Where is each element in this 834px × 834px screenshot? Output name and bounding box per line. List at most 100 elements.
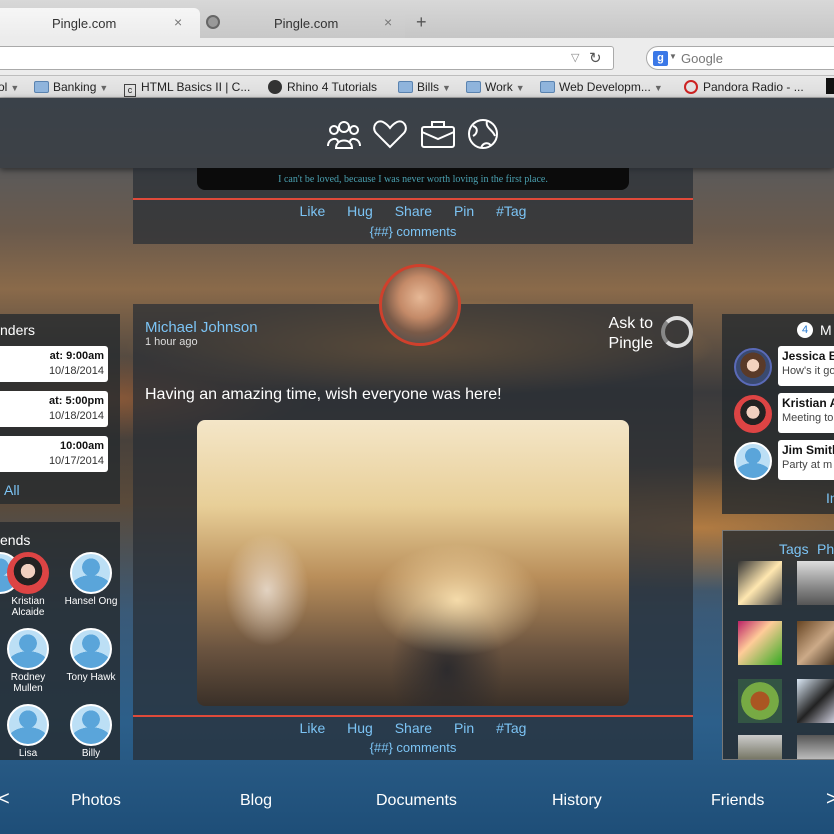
nav-documents[interactable]: Documents (376, 792, 457, 810)
comments-link[interactable]: {##} comments (133, 740, 693, 755)
comments-link[interactable]: {##} comments (133, 224, 693, 239)
photo-thumbnail[interactable] (738, 561, 782, 605)
bookmark-pandora[interactable]: Pandora Radio - ... (684, 80, 804, 94)
quote-image: I can't be loved, because I was never wo… (197, 168, 629, 190)
tag-button[interactable]: #Tag (496, 720, 526, 736)
tab-title: Pingle.com (274, 16, 339, 31)
new-tab-button[interactable]: + (416, 12, 427, 33)
post-card: Michael Johnson 1 hour ago Ask to Pingle… (133, 264, 693, 760)
pin-button[interactable]: Pin (454, 720, 474, 736)
message-item[interactable]: Jim Smith Party at m (730, 440, 834, 482)
message-count-badge: 4 (797, 322, 813, 338)
view-all-link[interactable]: All (4, 482, 20, 498)
avatar (734, 348, 772, 386)
next-arrow-icon[interactable]: > (826, 788, 834, 811)
tab-pingle-active[interactable]: Pingle.com × (0, 8, 200, 38)
bookmark-folder[interactable]: ol▼ (0, 80, 19, 94)
hug-button[interactable]: Hug (347, 203, 373, 219)
bookmarks-bar: ol▼ Banking▼ cHTML Basics II | C... Rhin… (0, 76, 834, 98)
hug-button[interactable]: Hug (347, 720, 373, 736)
url-dropdown-icon[interactable]: ▽ (571, 51, 579, 64)
friend-item[interactable]: Kristian Alcaide (0, 552, 58, 618)
post-status: Having an amazing time, wish everyone wa… (145, 386, 502, 403)
reminder-item[interactable]: at: 9:00am 10/18/2014 (0, 346, 108, 382)
reload-icon[interactable]: ↻ (589, 49, 602, 67)
avatar (70, 552, 112, 594)
friends-panel: ends Kristian Alcaide Hansel Ong Rodney … (0, 522, 120, 760)
app-top-nav (0, 98, 834, 168)
nav-blog[interactable]: Blog (240, 792, 272, 810)
reminder-item[interactable]: 10:00am 10/17/2014 (0, 436, 108, 472)
nav-friends[interactable]: Friends (711, 792, 764, 810)
tab-photos[interactable]: Ph (817, 541, 834, 557)
tab-tags[interactable]: Tags (779, 541, 809, 557)
heart-icon[interactable] (372, 118, 408, 150)
folder-icon (540, 81, 555, 93)
pin-button[interactable]: Pin (454, 203, 474, 219)
ask-to-pingle-button[interactable]: Ask to Pingle (601, 314, 653, 354)
message-item[interactable]: Jessica B How's it go (730, 346, 834, 388)
photo-thumbnail[interactable] (738, 679, 782, 723)
avatar (7, 552, 49, 594)
search-input[interactable]: g ▼ Google (646, 46, 834, 70)
reminders-title: nders (0, 322, 36, 338)
nav-history[interactable]: History (552, 792, 602, 810)
photo-thumbnail[interactable] (797, 621, 834, 665)
photo-thumbnail[interactable] (738, 735, 782, 759)
message-item[interactable]: Kristian A Meeting to (730, 393, 834, 435)
post-photo[interactable] (197, 420, 629, 706)
tab-title: Pingle.com (52, 16, 117, 31)
photo-thumbnail[interactable] (797, 679, 834, 723)
folder-icon (398, 81, 413, 93)
photo-thumbnail[interactable] (797, 735, 834, 759)
photo-thumbnail[interactable] (738, 621, 782, 665)
favicon-icon (206, 15, 220, 29)
google-icon[interactable]: g (653, 51, 668, 66)
share-button[interactable]: Share (395, 720, 432, 736)
like-button[interactable]: Like (300, 203, 326, 219)
avatar (7, 704, 49, 746)
post-time: 1 hour ago (145, 336, 198, 348)
bookmark-rhino[interactable]: Rhino 4 Tutorials (268, 80, 377, 94)
briefcase-icon[interactable] (420, 118, 456, 150)
close-icon[interactable]: × (384, 14, 392, 30)
share-button[interactable]: Share (395, 203, 432, 219)
tab-pingle[interactable]: Pingle.com × (200, 8, 405, 38)
messages-more-link[interactable]: In (826, 490, 834, 506)
globe-icon[interactable] (465, 118, 501, 150)
bookmark-work[interactable]: Work ▼ (466, 80, 525, 94)
people-icon[interactable] (326, 118, 362, 150)
bookmark-banking[interactable]: Banking ▼ (34, 80, 108, 94)
post-divider (133, 715, 693, 717)
author-avatar[interactable] (379, 264, 461, 346)
friend-item[interactable]: Hansel Ong (61, 552, 121, 607)
like-button[interactable]: Like (300, 720, 326, 736)
address-bar-row: ▽ ↻ g ▼ Google (0, 38, 834, 76)
friend-item[interactable]: Rodney Mullen (0, 628, 58, 694)
friend-item[interactable]: Billy (61, 704, 121, 759)
tag-button[interactable]: #Tag (496, 203, 526, 219)
post-author[interactable]: Michael Johnson (145, 319, 258, 336)
folder-icon (34, 81, 49, 93)
post-divider (133, 198, 693, 200)
prev-arrow-icon[interactable]: < (0, 788, 10, 811)
bookmark-overflow-icon[interactable] (826, 78, 834, 94)
reminder-item[interactable]: at: 5:00pm 10/18/2014 (0, 391, 108, 427)
avatar (734, 395, 772, 433)
post-card-previous: I can't be loved, because I was never wo… (133, 168, 693, 244)
photo-thumbnail[interactable] (797, 561, 834, 605)
nav-photos[interactable]: Photos (71, 792, 121, 810)
pingle-ring-icon[interactable] (661, 316, 693, 348)
search-placeholder: Google (681, 51, 723, 66)
bookmark-bills[interactable]: Bills ▼ (398, 80, 451, 94)
friend-item[interactable]: Lisa (0, 704, 58, 759)
folder-icon (466, 81, 481, 93)
close-icon[interactable]: × (174, 14, 182, 30)
bookmark-web-dev[interactable]: Web Developm... ▼ (540, 80, 663, 94)
messages-panel: 4 M Jessica B How's it go Kristian A Meeti… (722, 314, 834, 514)
friend-item[interactable]: Tony Hawk (61, 628, 121, 683)
avatar (70, 628, 112, 670)
bookmark-html-basics[interactable]: c HTML Basics II | C... (124, 80, 250, 97)
search-dropdown-icon[interactable]: ▼ (669, 52, 677, 61)
url-input[interactable]: ▽ ↻ (0, 46, 614, 70)
